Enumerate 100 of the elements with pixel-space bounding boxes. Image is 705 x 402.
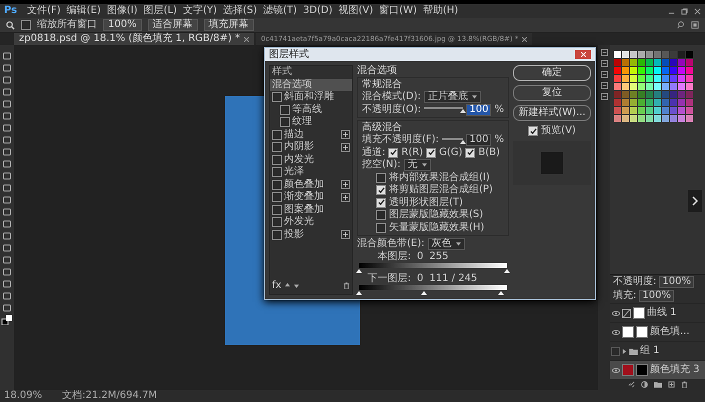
checkbox[interactable]: [272, 167, 282, 178]
checkbox[interactable]: [272, 154, 282, 165]
checkbox[interactable]: [376, 185, 386, 196]
style-item[interactable]: 渐变叠加: [270, 191, 352, 204]
style-item[interactable]: 光泽: [270, 166, 352, 178]
close-button[interactable]: [575, 50, 591, 59]
close-icon[interactable]: [694, 8, 701, 14]
zoom-button[interactable]: 100%: [103, 19, 142, 31]
arrow-up-icon[interactable]: [285, 283, 290, 288]
style-item[interactable]: 颜色叠加: [270, 178, 352, 191]
menu-item[interactable]: 3D(D): [302, 5, 333, 17]
checkbox[interactable]: [272, 204, 282, 215]
half-circle-icon[interactable]: [640, 381, 648, 388]
zoom-button[interactable]: 适合屏幕: [148, 19, 198, 31]
slider-thumb[interactable]: [356, 268, 362, 272]
checkbox[interactable]: [426, 148, 436, 158]
checkbox[interactable]: [376, 198, 386, 208]
checkbox[interactable]: [376, 210, 386, 220]
style-item[interactable]: 内阴影: [270, 141, 352, 154]
menu-item[interactable]: 图层(L): [144, 5, 177, 17]
layer-row[interactable]: 颜色填...: [610, 322, 705, 341]
slider-thumb[interactable]: [504, 268, 510, 272]
dialog-button[interactable]: 新建样式(W)...: [513, 105, 591, 121]
panel-icon[interactable]: [600, 82, 608, 89]
knockout-select[interactable]: 无: [404, 159, 431, 172]
document-tab[interactable]: zp0818.psd @ 18.1% (颜色填充 1, RGB/8#) *: [14, 33, 254, 45]
fx-menu[interactable]: fx: [272, 280, 282, 292]
checkbox[interactable]: [272, 92, 282, 102]
slider-thumb[interactable]: [498, 290, 504, 294]
opacity-field[interactable]: 100: [466, 104, 492, 116]
style-item[interactable]: 样式: [270, 66, 352, 78]
fill-field[interactable]: 100%: [639, 290, 674, 302]
checkbox[interactable]: [376, 172, 386, 183]
new-layer-icon[interactable]: [668, 381, 674, 388]
menu-item[interactable]: 滤镜(T): [263, 5, 297, 17]
panel-icon[interactable]: [600, 71, 608, 78]
checkbox[interactable]: [528, 126, 538, 136]
blend-if-select[interactable]: 灰色: [428, 238, 464, 250]
style-item[interactable]: 等高线: [270, 104, 352, 116]
workspace-icon[interactable]: [691, 21, 699, 29]
arrow-down-icon[interactable]: [294, 283, 300, 288]
checkbox[interactable]: [272, 180, 282, 190]
checkbox[interactable]: [280, 117, 290, 128]
eye-icon[interactable]: [611, 308, 620, 318]
style-item[interactable]: 投影: [270, 228, 352, 241]
search-icon[interactable]: [677, 21, 685, 29]
menu-item[interactable]: 帮助(H): [422, 5, 458, 17]
style-item[interactable]: 内发光: [270, 154, 352, 166]
slider-thumb[interactable]: [356, 290, 362, 294]
trash-icon[interactable]: [680, 381, 688, 388]
plus-icon[interactable]: [341, 130, 350, 140]
layer-row[interactable]: 颜色填充 3: [610, 360, 705, 379]
dialog-button[interactable]: 复位: [513, 85, 591, 101]
dialog-button[interactable]: 确定: [513, 65, 591, 81]
plus-icon[interactable]: [341, 142, 350, 152]
panel-icon[interactable]: [600, 60, 608, 67]
style-item[interactable]: 混合选项: [270, 78, 352, 91]
style-item[interactable]: 图案叠加: [270, 204, 352, 216]
checkbox[interactable]: [272, 192, 282, 202]
menu-item[interactable]: 视图(V): [338, 5, 374, 17]
close-icon[interactable]: [522, 36, 528, 42]
menu-item[interactable]: 文字(Y): [182, 5, 217, 17]
checkbox[interactable]: [376, 222, 386, 233]
menu-item[interactable]: 选择(S): [222, 5, 258, 17]
visibility-toggle[interactable]: [611, 346, 620, 356]
plus-icon[interactable]: [341, 230, 350, 240]
menu-item[interactable]: 文件(F): [27, 5, 61, 17]
trash-icon[interactable]: [343, 282, 350, 289]
panel-icon[interactable]: [600, 93, 608, 100]
opacity-field[interactable]: 100%: [659, 276, 694, 288]
zoom-button[interactable]: 填充屏幕: [204, 19, 254, 31]
style-item[interactable]: 纹理: [270, 116, 352, 128]
fill-opacity-field[interactable]: 100: [466, 134, 492, 146]
checkbox[interactable]: [280, 104, 290, 115]
layer-row[interactable]: 曲线 1: [610, 303, 705, 322]
close-icon[interactable]: [244, 36, 249, 42]
menu-item[interactable]: 图像(I): [106, 5, 138, 17]
eye-icon[interactable]: [611, 366, 620, 374]
eye-icon[interactable]: [611, 328, 620, 336]
plus-icon[interactable]: [341, 192, 350, 202]
checkbox[interactable]: [272, 142, 282, 152]
menu-item[interactable]: 编辑(E): [66, 5, 101, 17]
blend-mode-select[interactable]: 正片叠底: [424, 91, 481, 104]
caret-icon[interactable]: [622, 348, 627, 354]
folder-icon[interactable]: [654, 381, 662, 388]
slider-thumb[interactable]: [421, 290, 428, 294]
style-item[interactable]: 外发光: [270, 216, 352, 228]
checkbox[interactable]: [21, 20, 31, 30]
expand-button[interactable]: [688, 190, 702, 212]
restore-icon[interactable]: [681, 8, 688, 14]
zoom-icon[interactable]: [6, 20, 15, 30]
checkbox[interactable]: [388, 148, 398, 158]
style-item[interactable]: 斜面和浮雕: [270, 91, 352, 104]
checkbox[interactable]: [272, 217, 282, 228]
style-item[interactable]: 描边: [270, 128, 352, 141]
checkbox[interactable]: [465, 148, 476, 158]
panel-icon[interactable]: [600, 49, 608, 56]
plus-icon[interactable]: [341, 180, 350, 190]
checkbox[interactable]: [272, 230, 282, 240]
menu-item[interactable]: 窗口(W): [379, 5, 417, 17]
